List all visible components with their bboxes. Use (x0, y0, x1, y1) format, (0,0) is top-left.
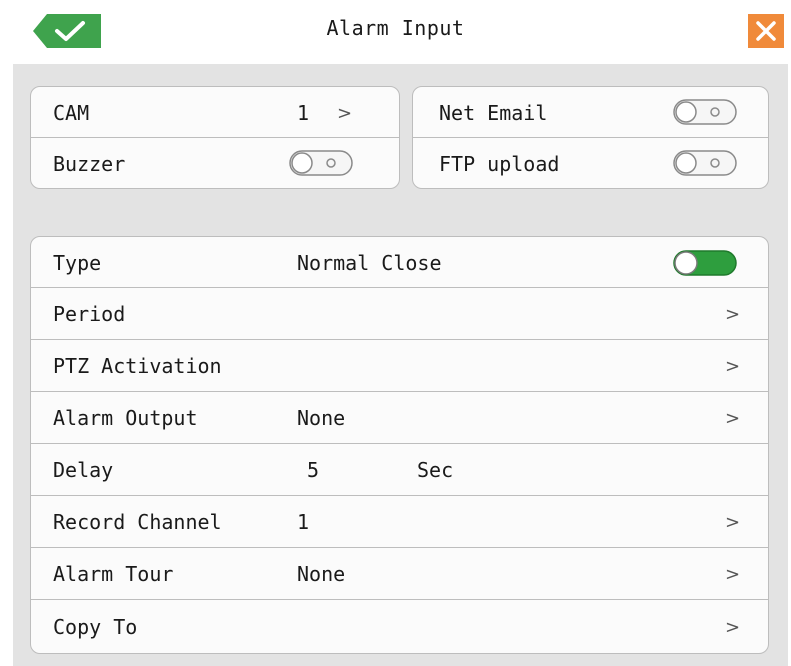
buzzer-toggle[interactable] (289, 150, 353, 176)
delay-unit: Sec (417, 458, 454, 482)
chevron-right-icon[interactable]: > (725, 513, 740, 533)
chevron-right-icon[interactable]: > (725, 305, 740, 325)
type-row: Type Normal Close (31, 237, 768, 288)
chevron-right-icon[interactable]: > (337, 104, 352, 124)
net-email-toggle[interactable] (673, 99, 737, 125)
cam-row[interactable]: CAM 1 > (31, 87, 399, 138)
cam-label: CAM (53, 101, 90, 125)
copy-to-row[interactable]: Copy To > (31, 600, 768, 653)
close-x-icon (756, 21, 776, 41)
period-label: Period (53, 302, 126, 326)
ftp-upload-label: FTP upload (439, 152, 560, 176)
chevron-right-icon[interactable]: > (725, 409, 740, 429)
notify-card: Net Email FTP upload (412, 86, 769, 189)
title-bar: Alarm Input (0, 0, 791, 64)
alarm-settings-card: Type Normal Close Period > PTZ Activatio… (30, 236, 769, 654)
alarm-tour-value: None (297, 562, 346, 586)
record-channel-row[interactable]: Record Channel 1 > (31, 496, 768, 548)
alarm-output-label: Alarm Output (53, 406, 198, 430)
alarm-tour-row[interactable]: Alarm Tour None > (31, 548, 768, 600)
cam-buzzer-card: CAM 1 > Buzzer (30, 86, 400, 189)
delay-value[interactable]: 5 (307, 460, 319, 480)
chevron-right-icon[interactable]: > (725, 618, 740, 638)
record-channel-label: Record Channel (53, 510, 222, 534)
delay-row: Delay 5 Sec (31, 444, 768, 496)
chevron-right-icon[interactable]: > (725, 357, 740, 377)
type-value: Normal Close (297, 251, 442, 275)
period-row[interactable]: Period > (31, 288, 768, 340)
buzzer-row: Buzzer (31, 138, 399, 188)
chevron-right-icon[interactable]: > (725, 565, 740, 585)
net-email-label: Net Email (439, 101, 548, 125)
net-email-row: Net Email (413, 87, 768, 138)
alarm-output-row[interactable]: Alarm Output None > (31, 392, 768, 444)
type-label: Type (53, 251, 102, 275)
ptz-activation-row[interactable]: PTZ Activation > (31, 340, 768, 392)
buzzer-label: Buzzer (53, 152, 126, 176)
ptz-activation-label: PTZ Activation (53, 354, 222, 378)
delay-label: Delay (53, 458, 114, 482)
alarm-output-value: None (297, 406, 346, 430)
alarm-tour-label: Alarm Tour (53, 562, 174, 586)
close-button[interactable] (748, 14, 784, 48)
page-title: Alarm Input (326, 16, 465, 40)
cam-value: 1 (297, 101, 310, 125)
copy-to-label: Copy To (53, 615, 138, 639)
ftp-upload-row: FTP upload (413, 138, 768, 188)
record-channel-value: 1 (297, 510, 310, 534)
type-toggle[interactable] (673, 250, 737, 276)
ftp-upload-toggle[interactable] (673, 150, 737, 176)
